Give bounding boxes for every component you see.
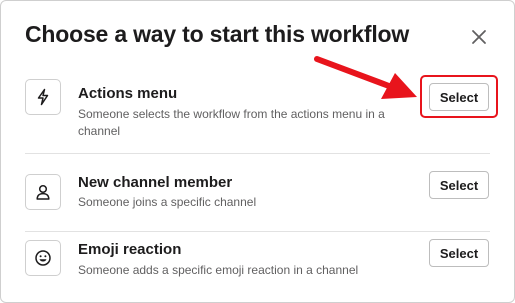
close-icon[interactable]: [469, 27, 489, 47]
option-description: Someone adds a specific emoji reaction i…: [78, 263, 359, 277]
emoji-icon: [25, 240, 61, 276]
highlight-box: [420, 75, 498, 118]
workflow-trigger-dialog: Choose a way to start this workflow Acti…: [0, 0, 515, 303]
option-title: New channel member: [78, 174, 233, 191]
option-description: Someone selects the workflow from the ac…: [78, 107, 385, 138]
dialog-title: Choose a way to start this workflow: [25, 21, 410, 47]
option-title: Emoji reaction: [78, 241, 182, 258]
lightning-bolt-icon: [25, 79, 61, 115]
person-icon: [25, 174, 61, 210]
trigger-option-new-channel-member: New channel member Someone joins a speci…: [25, 153, 490, 232]
trigger-option-emoji-reaction: Emoji reaction Someone adds a specific e…: [25, 231, 490, 302]
option-description: Someone joins a specific channel: [78, 195, 257, 209]
red-arrow-icon: [314, 56, 417, 99]
select-button-emoji-reaction[interactable]: Select: [429, 239, 489, 267]
option-title: Actions menu: [78, 85, 178, 102]
select-button-new-channel-member[interactable]: Select: [429, 171, 489, 199]
